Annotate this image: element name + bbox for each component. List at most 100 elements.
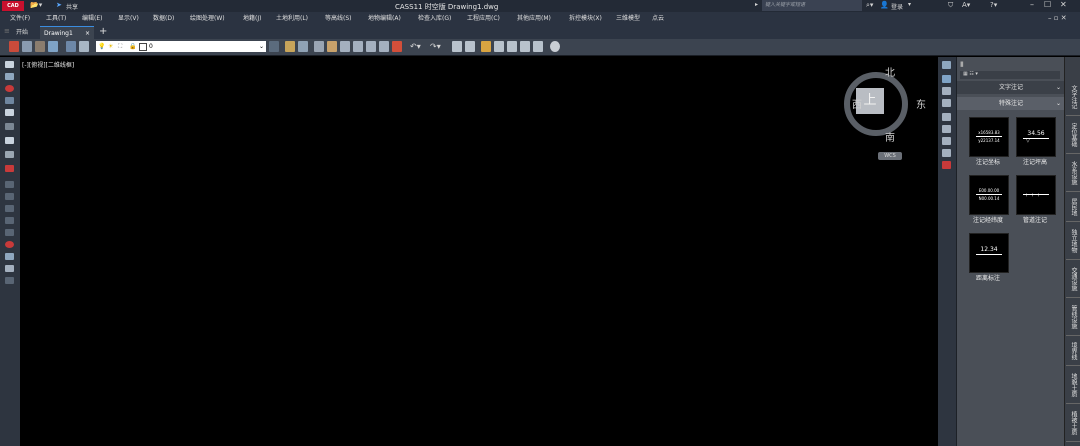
layer-match-icon[interactable] <box>66 41 76 52</box>
search-icon[interactable]: ⌕▾ <box>866 1 873 10</box>
menu-check-import[interactable]: 检查入库(G) <box>418 12 451 25</box>
share-icon[interactable]: ➤ <box>56 1 62 9</box>
viewport-label[interactable]: [-][俯视][二维线框] <box>22 60 74 69</box>
menu-3d-model[interactable]: 三维模型 <box>616 12 640 25</box>
vtab-pipeline[interactable]: 管线设施 <box>1066 299 1080 336</box>
grid-icon[interactable] <box>22 41 32 52</box>
dimension-icon[interactable] <box>5 229 14 236</box>
layer-state-icon[interactable] <box>48 41 58 52</box>
vtab-text-annotation[interactable]: 文字注记 <box>1066 79 1080 116</box>
table-icon[interactable] <box>5 151 14 158</box>
tab-drawing1[interactable]: Drawing1 × <box>40 26 94 39</box>
share-label[interactable]: 共享 <box>66 2 78 11</box>
redo-icon[interactable]: ↷▾ <box>430 42 441 51</box>
vtab-boundary[interactable]: 境界线 <box>1066 337 1080 366</box>
menu-land-use[interactable]: 土地利用(L) <box>276 12 308 25</box>
app-icon[interactable]: CAD <box>2 1 24 11</box>
minimize-icon[interactable]: – <box>1030 0 1034 9</box>
zoom-window-icon[interactable] <box>353 41 363 52</box>
misc-icon[interactable] <box>5 277 14 284</box>
compass-north[interactable]: 北 <box>885 64 895 79</box>
undo-icon[interactable]: ↶▾ <box>410 42 421 51</box>
open-icon[interactable]: 📂▾ <box>30 1 42 9</box>
doc-icon[interactable] <box>5 137 14 144</box>
vtab-water[interactable]: 水系设施 <box>1066 155 1080 192</box>
3d-icon[interactable] <box>9 41 19 52</box>
chevron-down-icon[interactable]: ▾ <box>908 1 911 8</box>
user-icon[interactable]: 👤 <box>880 1 889 9</box>
pencil-icon[interactable] <box>481 41 491 52</box>
menu-file[interactable]: 文件(F) <box>10 12 30 25</box>
maximize-icon[interactable]: ☐ <box>1044 0 1051 9</box>
cart-icon[interactable]: ⛉ <box>948 1 953 10</box>
circle-icon[interactable] <box>5 253 14 260</box>
menu-draw-process[interactable]: 绘图处理(W) <box>190 12 225 25</box>
menu-engineering[interactable]: 工程应用(C) <box>467 12 500 25</box>
line-icon[interactable] <box>5 265 14 272</box>
vtab-residential[interactable]: 居民地 <box>1066 193 1080 222</box>
vtab-vegetation[interactable]: 植被土质 <box>1066 405 1080 442</box>
eraser-icon[interactable] <box>942 161 951 169</box>
expand-icon[interactable]: ▸ <box>755 1 758 8</box>
layer-select[interactable]: 💡 ☀ ⛶ 🔒 0 ⌄ <box>96 41 266 52</box>
red-marker-icon[interactable] <box>5 165 14 172</box>
pan-icon[interactable] <box>327 41 337 52</box>
match-prop-icon[interactable] <box>314 41 324 52</box>
select-window-icon[interactable] <box>942 125 951 133</box>
search-input[interactable]: 键入关键字或短语 <box>762 0 862 11</box>
polyline-icon[interactable] <box>5 123 14 130</box>
mdi-controls[interactable]: – ▫ ✕ <box>1048 14 1067 22</box>
menu-contour[interactable]: 等高线(S) <box>325 12 352 25</box>
move-icon[interactable] <box>494 41 504 52</box>
compass-south[interactable]: 南 <box>885 129 895 144</box>
viewcube[interactable]: 上 北 南 东 西 WCS <box>834 60 926 160</box>
account-icon[interactable]: A▾ <box>962 1 970 9</box>
card-pipeline[interactable]: ╷╷╷ <box>1016 175 1056 215</box>
vtab-control-base[interactable]: 定位基础 <box>1066 117 1080 154</box>
hatch-icon[interactable] <box>5 181 14 188</box>
menu-view[interactable]: 显示(V) <box>118 12 139 25</box>
zoom-icon[interactable] <box>942 87 951 95</box>
help-icon[interactable]: ?▾ <box>990 1 997 9</box>
card-coordinate[interactable]: x16583.83 y22137.14 <box>969 117 1009 157</box>
zoom-all-icon[interactable] <box>379 41 389 52</box>
properties-icon[interactable] <box>392 41 402 52</box>
close-icon[interactable]: ✕ <box>1060 0 1067 9</box>
curve-icon[interactable] <box>942 113 951 121</box>
insert-icon[interactable] <box>5 205 14 212</box>
tab-menu-icon[interactable]: ≡ <box>4 27 10 35</box>
panel-grip-icon[interactable]: ▮ <box>960 60 964 68</box>
tab-start[interactable]: 开始 <box>12 26 32 39</box>
gear-icon[interactable] <box>5 97 14 104</box>
extent-icon[interactable] <box>942 137 951 145</box>
card-distance[interactable]: 12.34 <box>969 233 1009 273</box>
orbit-icon[interactable] <box>942 99 951 107</box>
layers-icon[interactable] <box>5 73 14 80</box>
select-icon[interactable] <box>5 61 14 68</box>
drawing-canvas[interactable]: [-][俯视][二维线框] <box>20 57 938 446</box>
help-icon[interactable] <box>550 41 560 52</box>
compass-west[interactable]: 西 <box>852 96 862 111</box>
block-icon[interactable] <box>5 193 14 200</box>
section-special-annotation[interactable]: 特殊注记 ⌄ <box>957 97 1065 110</box>
vtab-independent[interactable]: 独立地物 <box>1066 223 1080 260</box>
steering-wheel-icon[interactable] <box>942 61 951 69</box>
point-icon[interactable] <box>5 109 14 116</box>
card-latlon[interactable]: E00.00.00 N00.00.14 <box>969 175 1009 215</box>
open-file-icon[interactable] <box>285 41 295 52</box>
menu-point-cloud[interactable]: 点云 <box>652 12 664 25</box>
view-toggle-icon[interactable]: ▦ ☷ ▾ <box>963 71 978 77</box>
section-text-annotation[interactable]: 文字注记 ⌄ <box>957 81 1065 94</box>
extend-icon[interactable] <box>533 41 543 52</box>
layer-previous-icon[interactable] <box>269 41 279 52</box>
zoom-extent-icon[interactable] <box>366 41 376 52</box>
text-icon[interactable] <box>5 217 14 224</box>
calculator-icon[interactable] <box>452 41 462 52</box>
menu-tools[interactable]: 工具(T) <box>46 12 66 25</box>
login-label[interactable]: 登录 <box>891 2 903 11</box>
compass-east[interactable]: 东 <box>916 96 926 111</box>
frame-icon[interactable] <box>942 149 951 157</box>
stop-icon[interactable] <box>5 241 14 248</box>
menu-other[interactable]: 其他应用(M) <box>517 12 551 25</box>
menu-feature-edit[interactable]: 地物编辑(A) <box>368 12 401 25</box>
